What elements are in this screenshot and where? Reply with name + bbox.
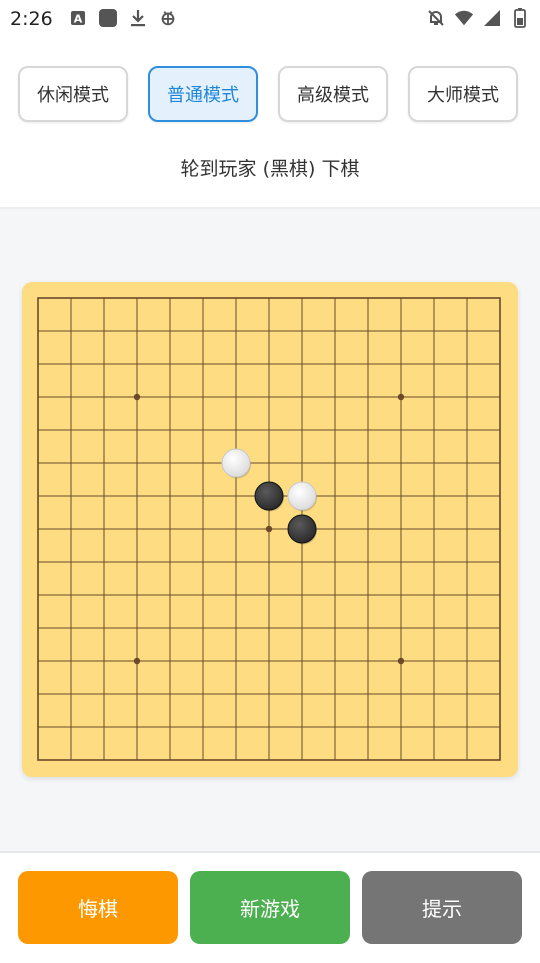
mode-label: 高级模式 bbox=[297, 85, 369, 106]
status-bar: 2:26 A bbox=[0, 0, 540, 38]
download-icon bbox=[128, 8, 148, 28]
white-stone bbox=[287, 481, 317, 511]
mode-label: 普通模式 bbox=[167, 85, 239, 106]
white-stone bbox=[221, 448, 251, 478]
font-a-icon: A bbox=[68, 8, 88, 28]
undo-button[interactable]: 悔棋 bbox=[18, 871, 178, 944]
wifi-icon bbox=[454, 8, 474, 28]
turn-indicator: 轮到玩家 (黑棋) 下棋 bbox=[180, 158, 360, 180]
star-point bbox=[265, 525, 273, 533]
new-game-label: 新游戏 bbox=[240, 897, 300, 921]
action-bar: 悔棋 新游戏 提示 bbox=[0, 851, 540, 963]
mode-button-normal[interactable]: 普通模式 bbox=[148, 66, 258, 122]
black-stone bbox=[254, 481, 284, 511]
gomoku-board[interactable] bbox=[22, 282, 518, 777]
star-point bbox=[397, 657, 405, 665]
square-app-icon bbox=[98, 8, 118, 28]
mode-label: 休闲模式 bbox=[37, 85, 109, 106]
hint-button[interactable]: 提示 bbox=[362, 871, 522, 944]
undo-label: 悔棋 bbox=[78, 897, 118, 921]
star-point bbox=[133, 393, 141, 401]
new-game-button[interactable]: 新游戏 bbox=[190, 871, 350, 944]
mode-button-advanced[interactable]: 高级模式 bbox=[278, 66, 388, 122]
signal-icon bbox=[482, 8, 502, 28]
mode-button-master[interactable]: 大师模式 bbox=[408, 66, 518, 122]
star-point bbox=[397, 393, 405, 401]
board-grid[interactable] bbox=[22, 282, 518, 777]
svg-text:A: A bbox=[74, 13, 83, 26]
status-time: 2:26 bbox=[10, 8, 53, 30]
hint-label: 提示 bbox=[422, 897, 462, 921]
mode-button-casual[interactable]: 休闲模式 bbox=[18, 66, 128, 122]
bug-icon bbox=[158, 8, 178, 28]
battery-icon bbox=[510, 8, 530, 28]
bell-off-icon bbox=[426, 8, 446, 28]
star-point bbox=[133, 657, 141, 665]
black-stone bbox=[287, 514, 317, 544]
mode-label: 大师模式 bbox=[427, 85, 499, 106]
mode-selector: 休闲模式 普通模式 高级模式 大师模式 bbox=[18, 66, 522, 124]
